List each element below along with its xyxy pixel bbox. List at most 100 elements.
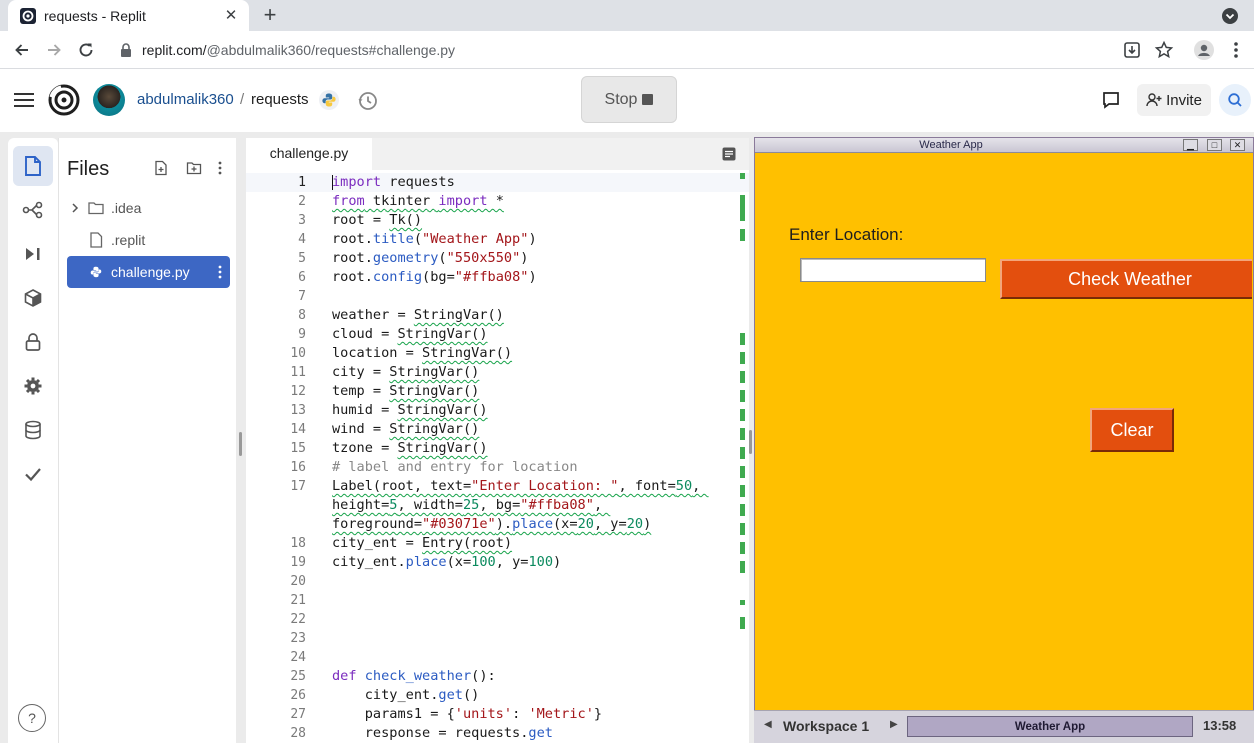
tab-search-icon[interactable]	[1221, 7, 1239, 25]
files-more-icon[interactable]	[212, 160, 228, 176]
minimize-icon[interactable]: ▁	[1183, 139, 1198, 151]
previous-workspace-icon[interactable]: ◀	[764, 719, 772, 730]
chat-icon[interactable]	[1101, 90, 1121, 110]
code-line[interactable]: 11 city = StringVar()	[246, 363, 749, 382]
line-number: 22	[290, 612, 306, 627]
editor-layout-icon[interactable]	[721, 146, 737, 162]
file-tree-item-challenge[interactable]: challenge.py	[67, 256, 230, 288]
line-number: 1	[298, 175, 306, 190]
code-line[interactable]: 23	[246, 629, 749, 648]
replit-favicon-icon	[20, 7, 36, 24]
maximize-icon[interactable]: □	[1207, 139, 1222, 151]
code-line[interactable]: 24	[246, 648, 749, 667]
replit-logo-icon[interactable]	[48, 84, 80, 116]
files-icon[interactable]	[13, 146, 53, 186]
code-line[interactable]: 10 location = StringVar()	[246, 344, 749, 363]
profile-icon[interactable]	[1194, 40, 1214, 60]
close-window-icon[interactable]: ✕	[1230, 139, 1245, 151]
code-line[interactable]: 13 humid = StringVar()	[246, 401, 749, 420]
code-area[interactable]: 1 import requests 2 from tkinter import * 3 r…	[246, 170, 749, 743]
code-text: wind = StringVar()	[332, 421, 480, 437]
next-workspace-icon[interactable]: ▶	[890, 719, 898, 730]
code-line[interactable]: 26 city_ent.get()	[246, 686, 749, 705]
code-line[interactable]: 18 city_ent = Entry(root)	[246, 534, 749, 553]
code-line[interactable]: 16 # label and entry for location	[246, 458, 749, 477]
avatar[interactable]	[93, 84, 125, 116]
code-line[interactable]: 19 city_ent.place(x=100, y=100)	[246, 553, 749, 572]
reload-icon[interactable]	[76, 40, 96, 60]
code-line[interactable]: 15 tzone = StringVar()	[246, 439, 749, 458]
lock-icon	[120, 43, 132, 57]
database-icon[interactable]	[13, 410, 53, 450]
new-folder-icon[interactable]	[186, 160, 202, 176]
code-line[interactable]: 4 root.title("Weather App")	[246, 230, 749, 249]
location-label: Enter Location:	[789, 225, 904, 244]
code-line[interactable]: 25 def check_weather():	[246, 667, 749, 686]
code-line[interactable]: 3 root = Tk()	[246, 211, 749, 230]
line-number: 18	[290, 536, 306, 551]
history-icon[interactable]	[357, 90, 379, 112]
stop-square-icon	[642, 94, 654, 105]
window-titlebar[interactable]: Weather App ▁ □ ✕	[755, 138, 1253, 153]
code-line[interactable]: 20	[246, 572, 749, 591]
code-line[interactable]: 17 Label(root, text="Enter Location: ", f…	[246, 477, 749, 496]
folder-icon	[87, 199, 105, 217]
file-options-icon[interactable]	[218, 265, 222, 279]
hamburger-menu-icon[interactable]	[14, 92, 34, 108]
chevron-right-icon[interactable]	[67, 202, 83, 214]
code-line[interactable]: 28 response = requests.get	[246, 724, 749, 743]
workspace-label[interactable]: Workspace 1	[783, 718, 869, 734]
settings-gear-icon[interactable]	[13, 366, 53, 406]
repl-name[interactable]: requests	[251, 91, 309, 108]
secrets-lock-icon[interactable]	[13, 322, 53, 362]
code-text: foreground="#03071e").place(x=20, y=20)	[332, 516, 652, 532]
back-arrow-icon[interactable]	[12, 40, 32, 60]
code-line[interactable]: 5 root.geometry("550x550")	[246, 249, 749, 268]
code-line[interactable]: foreground="#03071e").place(x=20, y=20)	[246, 515, 749, 534]
forward-arrow-icon[interactable]	[44, 40, 64, 60]
new-file-icon[interactable]	[153, 160, 169, 176]
install-app-icon[interactable]	[1122, 40, 1142, 60]
file-tree-item-idea[interactable]: .idea	[67, 192, 230, 224]
line-number: 6	[298, 270, 306, 285]
file-tree-item-replit[interactable]: .replit	[67, 224, 230, 256]
panel-resize-handle[interactable]	[749, 430, 752, 454]
location-input[interactable]	[800, 258, 986, 282]
code-line[interactable]: 9 cloud = StringVar()	[246, 325, 749, 344]
run-console-icon[interactable]	[13, 234, 53, 274]
line-number: 9	[298, 327, 306, 342]
code-line[interactable]: 27 params1 = {'units': 'Metric'}	[246, 705, 749, 724]
browser-menu-icon[interactable]	[1226, 40, 1246, 60]
unit-tests-check-icon[interactable]	[13, 454, 53, 494]
close-tab-icon[interactable]: ✕	[223, 7, 239, 24]
line-number: 5	[298, 251, 306, 266]
code-line[interactable]: 14 wind = StringVar()	[246, 420, 749, 439]
code-line[interactable]: height=5, width=25, bg="#ffba08",	[246, 496, 749, 515]
new-tab-button[interactable]: +	[259, 4, 281, 27]
code-line[interactable]: 1 import requests	[246, 173, 749, 192]
browser-tab[interactable]: requests - Replit ✕	[8, 0, 249, 31]
address-bar[interactable]: replit.com/@abdulmalik360/requests#chall…	[108, 34, 1110, 66]
line-number: 19	[290, 555, 306, 570]
packages-icon[interactable]	[13, 278, 53, 318]
username-link[interactable]: abdulmalik360	[137, 91, 234, 108]
code-line[interactable]: 6 root.config(bg="#ffba08")	[246, 268, 749, 287]
check-weather-button[interactable]: Check Weather	[1000, 259, 1252, 299]
change-gutter	[740, 170, 746, 743]
taskbar-app-button[interactable]: Weather App	[907, 716, 1193, 737]
code-line[interactable]: 12 temp = StringVar()	[246, 382, 749, 401]
search-button[interactable]	[1219, 84, 1251, 116]
code-line[interactable]: 2 from tkinter import *	[246, 192, 749, 211]
help-icon[interactable]: ?	[18, 704, 46, 732]
stop-button[interactable]: Stop	[581, 76, 677, 123]
code-line[interactable]: 8 weather = StringVar()	[246, 306, 749, 325]
panel-resize-handle[interactable]	[239, 432, 242, 456]
version-control-icon[interactable]	[13, 190, 53, 230]
bookmark-star-icon[interactable]	[1154, 40, 1174, 60]
code-line[interactable]: 22	[246, 610, 749, 629]
code-line[interactable]: 21	[246, 591, 749, 610]
invite-button[interactable]: Invite	[1137, 84, 1211, 116]
code-line[interactable]: 7	[246, 287, 749, 306]
clear-button[interactable]: Clear	[1090, 408, 1174, 452]
tab-challenge-py[interactable]: challenge.py	[246, 138, 372, 170]
